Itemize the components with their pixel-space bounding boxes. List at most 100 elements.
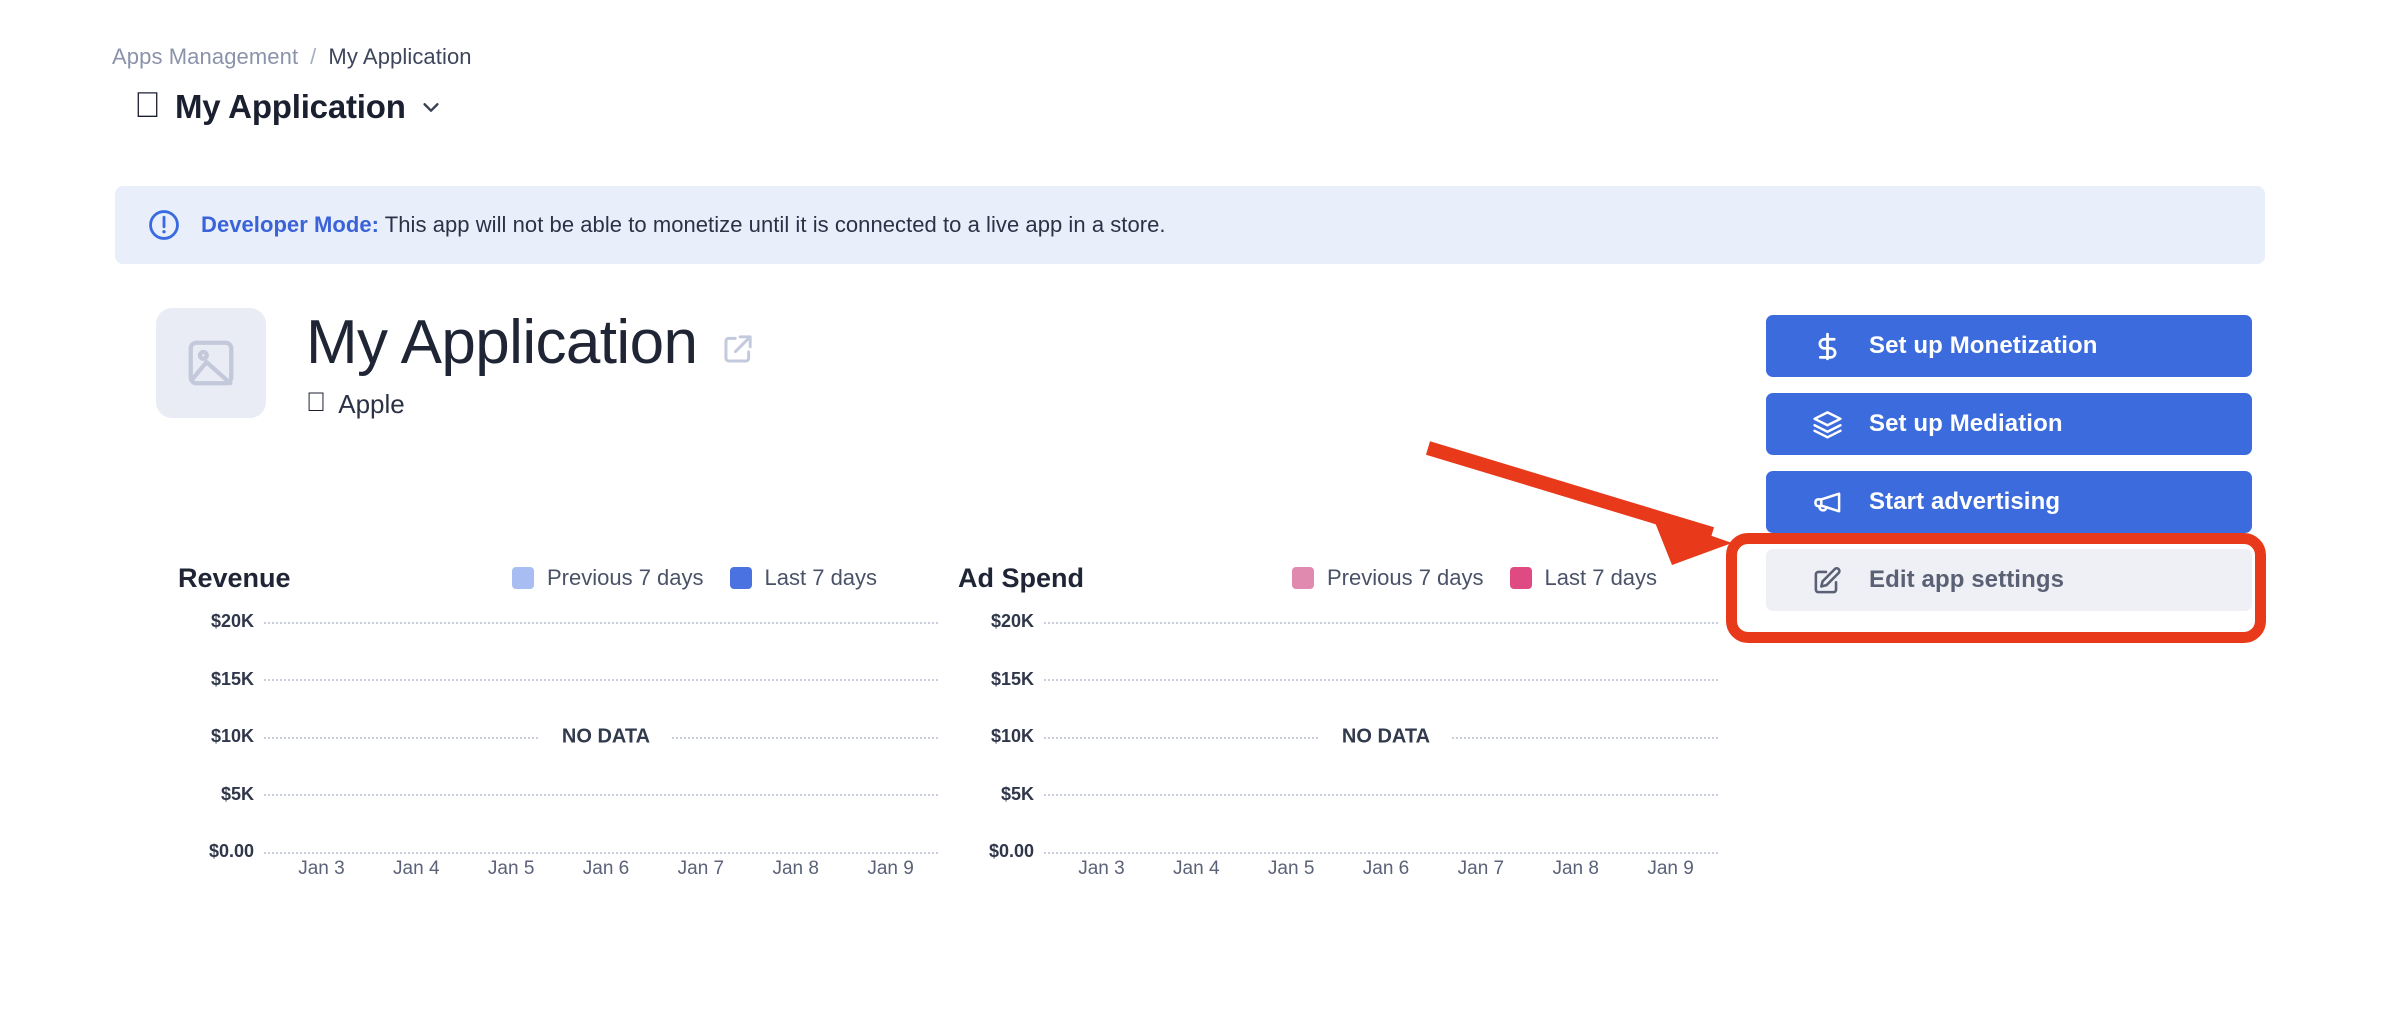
x-tick-label: Jan 8 [772,858,819,879]
x-tick-label: Jan 5 [1267,858,1315,879]
banner-message: Developer Mode: This app will not be abl… [201,212,1166,238]
x-tick-label: Jan 7 [677,858,725,879]
gridline-rule [1044,679,1718,681]
legend-label-last: Last 7 days [1544,565,1658,590]
app-platform-label: Apple [318,389,405,420]
set-up-mediation-button[interactable]: Set up Mediation [1766,393,2252,455]
app-hero-text: My Application  Apple [306,308,755,420]
gridline: $15K [178,669,938,689]
chart-revenue-plot: $20K $15K $10K $5K $0.00 NO DATA Jan 3 J… [178,611,938,879]
gridline-rule [264,851,938,854]
gridline: $20K [178,611,938,631]
layers-icon [1813,410,1842,439]
gridline-rule [1044,794,1718,796]
chevron-down-icon [423,103,439,112]
x-tick-label: Jan 3 [298,858,345,879]
breadcrumb-separator: / [310,44,317,69]
chart-ad-spend: Ad Spend Previous 7 days Last 7 days $20… [958,560,1718,879]
apple-icon:  [306,389,326,416]
chart-ad-spend-x-axis: Jan 3 Jan 4 Jan 5 Jan 6 Jan 7 Jan 8 Jan … [1054,858,1718,880]
x-tick-label: Jan 7 [1457,858,1505,879]
x-tick-label: Jan 8 [1552,858,1599,879]
gridline: $5K [178,784,938,804]
banner-emphasis: Developer Mode: [201,212,380,237]
app-switcher-label: My Application [148,88,406,125]
set-up-mediation-label: Set up Mediation [1869,410,2063,437]
breadcrumb-link-apps-management[interactable]: Apps Management [112,44,298,70]
y-tick-label: $20K [210,611,254,631]
app-switcher[interactable]:  My Application [134,87,442,126]
legend-label-last: Last 7 days [764,565,878,590]
x-tick-label: Jan 3 [1078,858,1125,879]
legend-swatch-previous [512,567,534,589]
edit-app-settings-label: Edit app settings [1869,566,2065,593]
developer-mode-banner: Developer Mode: This app will not be abl… [115,186,2265,264]
y-tick-label: $10K [990,726,1034,746]
chart-revenue-title: Revenue [178,562,291,593]
gridline: $0.00 [958,841,1718,861]
chart-revenue-header: Revenue Previous 7 days Last 7 days [178,560,938,596]
legend-swatch-previous [1292,567,1314,589]
app-title-row: My Application [306,310,755,375]
y-tick-label: $0.00 [988,841,1034,861]
chart-revenue-x-axis: Jan 3 Jan 4 Jan 5 Jan 6 Jan 7 Jan 8 Jan … [274,858,938,880]
gridline: $0.00 [178,841,938,861]
gridline-rule [264,679,938,681]
chart-empty-state: NO DATA [1319,725,1453,749]
gridline: $15K [958,669,1718,689]
gridline-rule [1044,621,1718,624]
external-link-icon[interactable] [721,332,755,366]
legend-item[interactable]: Previous 7 days [512,565,704,591]
gridline-rule [264,621,938,624]
x-tick-label: Jan 5 [487,858,535,879]
app-platform:  Apple [306,389,755,420]
app-thumbnail [156,308,266,418]
edit-square-icon [1814,566,1841,593]
start-advertising-button[interactable]: Start advertising [1766,471,2252,533]
legend-swatch-last [729,567,752,589]
gridline: $5K [958,784,1718,804]
breadcrumb-current: My Application [328,44,472,69]
legend-swatch-last [1509,567,1532,589]
app-detail-page: Apps Management / My Application  My Ap… [0,0,2404,1010]
legend-item[interactable]: Last 7 days [1509,565,1658,591]
dollar-icon [1818,332,1837,360]
banner-body: This app will not be able to monetize un… [379,212,1166,237]
y-tick-label: $5K [1000,783,1034,804]
annotation-arrow [1425,441,1732,565]
chart-revenue-legend: Previous 7 days Last 7 days [512,565,877,591]
y-tick-label: $5K [220,783,254,804]
gridline-rule [264,794,938,796]
legend-item[interactable]: Previous 7 days [1292,565,1484,591]
legend-label-previous: Previous 7 days [1327,565,1484,590]
page-title: My Application [306,308,698,377]
chart-ad-spend-header: Ad Spend Previous 7 days Last 7 days [958,560,1718,596]
legend-label-previous: Previous 7 days [547,565,704,590]
app-actions: Set up Monetization Set up Mediation Sta… [1766,315,2252,611]
chart-revenue: Revenue Previous 7 days Last 7 days $20K [178,560,938,879]
x-tick-label: Jan 9 [1647,858,1694,879]
y-tick-label: $20K [990,611,1034,631]
x-tick-label: Jan 6 [1362,858,1410,879]
edit-app-settings-button[interactable]: Edit app settings [1766,549,2252,611]
chart-empty-state: NO DATA [539,725,673,749]
x-tick-label: Jan 4 [1173,858,1220,879]
gridline-rule [1044,851,1718,854]
y-tick-label: $15K [990,668,1034,689]
x-tick-label: Jan 6 [582,858,630,879]
y-tick-label: $0.00 [208,841,254,861]
y-tick-label: $10K [210,726,254,746]
apple-icon:  [134,87,161,123]
megaphone-icon [1814,491,1841,513]
x-tick-label: Jan 9 [867,858,914,879]
x-tick-label: Jan 4 [393,858,440,879]
chart-ad-spend-title: Ad Spend [958,562,1084,593]
legend-item[interactable]: Last 7 days [729,565,878,591]
gridline: $20K [958,611,1718,631]
breadcrumb: Apps Management / My Application [112,44,472,70]
set-up-monetization-label: Set up Monetization [1869,332,2098,359]
app-hero: My Application  Apple [156,308,755,420]
alert-circle-icon [149,210,179,240]
set-up-monetization-button[interactable]: Set up Monetization [1766,315,2252,377]
y-tick-label: $15K [210,668,254,689]
